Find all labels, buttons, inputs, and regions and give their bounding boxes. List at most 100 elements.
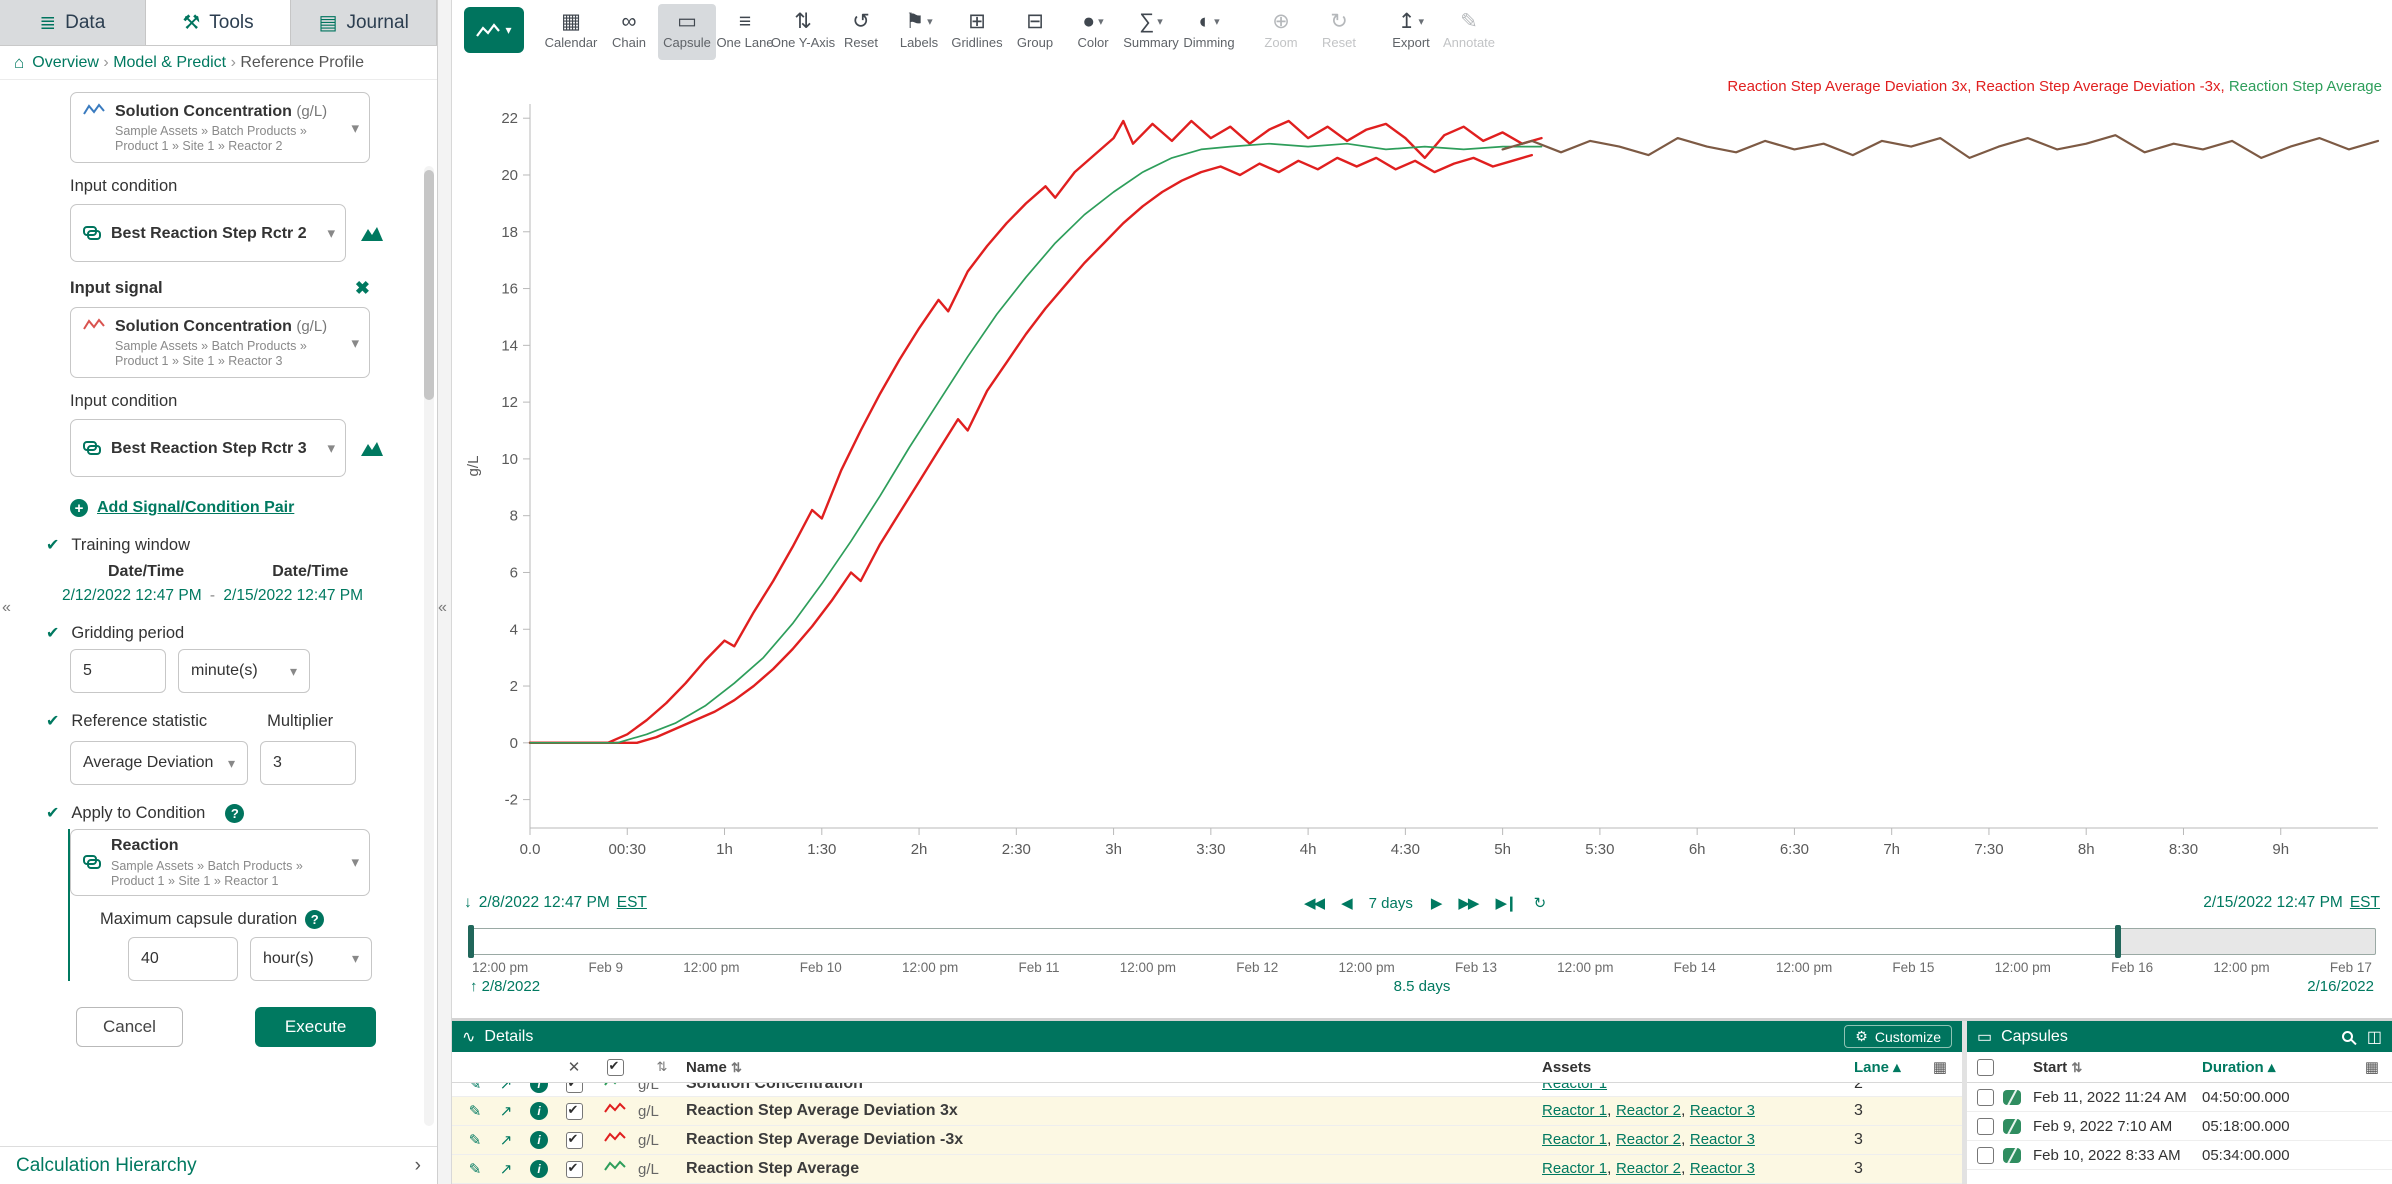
asset-link[interactable]: Reactor 3 [1690,1102,1755,1119]
multiplier-input[interactable] [260,741,356,785]
add-signal-condition-pair-link[interactable]: + Add Signal/Condition Pair [70,499,407,517]
edit-icon[interactable]: ✎ [452,1102,490,1120]
input-signal-select-1[interactable]: Solution Concentration (g/L) Sample Asse… [70,92,370,163]
asset-link[interactable]: Reactor 3 [1690,1131,1755,1148]
range-start-link[interactable]: 2/8/2022 12:47 PM [479,894,610,912]
step-size-link[interactable]: 7 days [1369,895,1413,912]
max-duration-input[interactable] [128,937,238,981]
input-signal-select-2[interactable]: Solution Concentration (g/L) Sample Asse… [70,307,370,378]
column-chooser-icon[interactable]: ▦ [1933,1058,1947,1076]
input-condition-select-1[interactable]: Best Reaction Step Rctr 2 ▾ [70,204,346,262]
toolbar-button-export[interactable]: ↥▾Export [1382,4,1440,60]
toolbar-button-reset[interactable]: ↺Reset [832,4,890,60]
toolbar-button-one-lane[interactable]: ≡One Lane [716,4,774,60]
details-row[interactable]: ✎↗ig/LReaction Step Average Deviation 3x… [452,1097,1962,1126]
toolbar-button-gridlines[interactable]: ⊞Gridlines [948,4,1006,60]
assets-column-header[interactable]: Assets [1542,1059,1854,1076]
name-column-header[interactable]: Name ⇅ [686,1059,1542,1076]
item-name[interactable]: Reaction Step Average [686,1160,1542,1178]
capsule-row[interactable]: Feb 10, 2022 8:33 AM05:34:00.000 [1967,1141,2392,1170]
info-icon[interactable]: i [530,1083,548,1093]
reference-statistic-select[interactable]: Average Deviation ▾ [70,741,248,785]
arrow-up-icon[interactable]: ↑ [470,978,478,995]
gridding-unit-select[interactable]: minute(s) ▾ [178,649,310,693]
step-back-fast-icon[interactable]: ◀◀ [1304,894,1323,912]
row-checkbox[interactable] [1977,1089,1994,1106]
asset-link[interactable]: Reactor 2 [1616,1160,1681,1177]
range-slider-selection[interactable] [469,929,2118,954]
display-type-button[interactable]: ▾ [464,7,524,53]
range-slider-track[interactable] [468,928,2376,955]
select-all-checkbox[interactable] [1977,1059,1994,1076]
asset-link[interactable]: Reactor 3 [1690,1160,1755,1177]
info-icon[interactable]: i [530,1131,548,1149]
trend-chart[interactable]: -202468101214161820220.000:301h1:302h2:3… [452,62,2392,888]
remove-all-icon[interactable]: ✕ [568,1058,581,1076]
slider-start-date[interactable]: 2/8/2022 [482,978,540,995]
row-checkbox[interactable] [566,1161,583,1178]
tab-data[interactable]: ≣Data [0,0,146,45]
asset-link[interactable]: Reactor 1 [1542,1131,1607,1148]
asset-link[interactable]: Reactor 1 [1542,1102,1607,1119]
toolbar-button-calendar[interactable]: ▦Calendar [542,4,600,60]
chart-canvas[interactable]: -202468101214161820220.000:301h1:302h2:3… [452,62,2392,888]
step-forward-icon[interactable]: ▶ [1431,894,1441,912]
range-end-link[interactable]: 2/15/2022 12:47 PM [2203,894,2343,912]
step-forward-fast-icon[interactable]: ▶▶ [1458,894,1477,912]
input-condition-select-2[interactable]: Best Reaction Step Rctr 3 ▾ [70,419,346,477]
toolbar-button-chain[interactable]: ∞Chain [600,4,658,60]
asset-link[interactable]: Reactor 1 [1542,1083,1607,1092]
toolbar-button-labels[interactable]: ⚑▾Labels [890,4,948,60]
sort-icon[interactable]: ⇅ [657,1059,668,1075]
remove-pair-icon[interactable]: ✖ [355,278,370,299]
gridding-period-input[interactable] [70,649,166,693]
row-checkbox[interactable] [1977,1147,1994,1164]
tab-tools[interactable]: ⚒Tools [146,0,292,45]
forward-icon[interactable]: ↗ [490,1083,522,1093]
details-row[interactable]: ✎↗ig/LReaction Step Average Deviation -3… [452,1126,1962,1155]
start-column-header[interactable]: Start ⇅ [2033,1059,2202,1076]
arrow-down-icon[interactable]: ↓ [464,894,472,912]
preview-trend-icon[interactable] [360,440,384,457]
info-icon[interactable]: i [530,1160,548,1178]
range-slider-handle-left[interactable] [468,925,474,958]
toolbar-button-group[interactable]: ⊟Group [1006,4,1064,60]
edit-icon[interactable]: ✎ [452,1131,490,1149]
cancel-button[interactable]: Cancel [76,1007,183,1047]
calculation-hierarchy-bar[interactable]: Calculation Hierarchy › [0,1146,437,1184]
asset-link[interactable]: Reactor 2 [1616,1102,1681,1119]
timezone-link[interactable]: EST [617,894,647,912]
select-all-checkbox[interactable] [607,1059,624,1076]
panel-toggle-icon[interactable]: ◫ [2367,1027,2382,1047]
info-icon[interactable]: i [530,1102,548,1120]
toolbar-button-dimming[interactable]: ◐▾Dimming [1180,4,1238,60]
forward-icon[interactable]: ↗ [490,1131,522,1149]
toolbar-button-capsule[interactable]: ▭Capsule [658,4,716,60]
panel-splitter[interactable]: « [438,0,452,1184]
forward-icon[interactable]: ↗ [490,1102,522,1120]
step-to-end-icon[interactable]: ▶❙ [1495,894,1515,912]
capsule-row[interactable]: Feb 9, 2022 7:10 AM05:18:00.000 [1967,1112,2392,1141]
details-row[interactable]: ✎↗ig/LReaction Step AverageReactor 1, Re… [452,1155,1962,1184]
training-end-link[interactable]: 2/15/2022 12:47 PM [223,587,363,604]
toolbar-button-summary[interactable]: ∑▾Summary [1122,4,1180,60]
breadcrumb-item[interactable]: Overview [32,54,99,71]
item-name[interactable]: Reaction Step Average Deviation 3x [686,1102,1542,1120]
item-name[interactable]: Reaction Step Average Deviation -3x [686,1131,1542,1149]
max-duration-unit-select[interactable]: hour(s) ▾ [250,937,372,981]
customize-button[interactable]: ⚙ Customize [1844,1025,1952,1048]
row-checkbox[interactable] [566,1103,583,1120]
row-checkbox[interactable] [566,1083,583,1093]
edit-icon[interactable]: ✎ [452,1160,490,1178]
collapse-panel-icon[interactable]: « [436,595,449,621]
timezone-link[interactable]: EST [2350,894,2380,912]
lane-column-header[interactable]: Lane ▴ [1854,1058,1918,1076]
help-icon[interactable]: ? [305,910,324,929]
row-checkbox[interactable] [566,1132,583,1149]
row-checkbox[interactable] [1977,1118,1994,1135]
toolbar-button-color[interactable]: ●▾Color [1064,4,1122,60]
toolbar-button-one-y-axis[interactable]: ⇅One Y-Axis [774,4,832,60]
search-icon[interactable] [2342,1031,2353,1042]
home-icon[interactable]: ⌂ [14,53,24,73]
breadcrumb-item[interactable]: Model & Predict [113,54,226,71]
